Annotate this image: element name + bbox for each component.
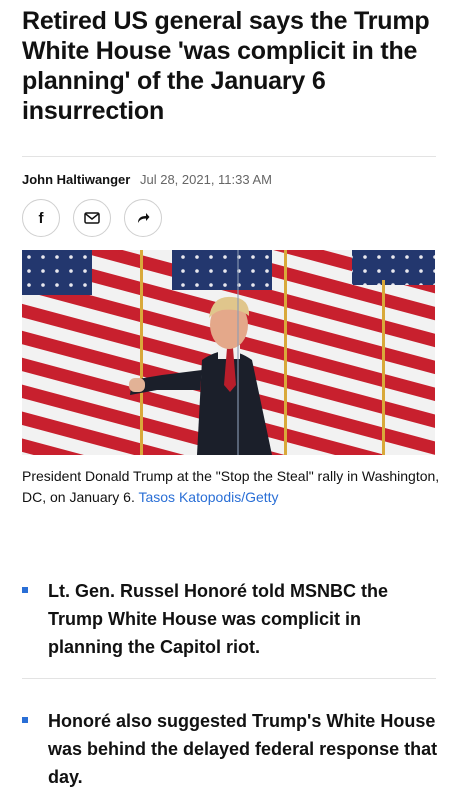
article-photo xyxy=(22,250,435,455)
email-icon xyxy=(84,212,100,224)
photo-credit-link[interactable]: Tasos Katopodis/Getty xyxy=(138,489,278,505)
bullet-marker xyxy=(22,587,28,593)
share-button[interactable] xyxy=(124,199,162,237)
divider xyxy=(22,156,436,157)
bullet-text: Lt. Gen. Russel Honoré told MSNBC the Tr… xyxy=(48,581,389,657)
share-arrow-icon xyxy=(136,212,150,224)
bullet-marker xyxy=(22,717,28,723)
byline: John Haltiwanger Jul 28, 2021, 11:33 AM xyxy=(22,171,272,189)
email-share-button[interactable] xyxy=(73,199,111,237)
svg-text:f: f xyxy=(39,210,45,226)
bullet-text: Honoré also suggested Trump's White Hous… xyxy=(48,711,438,787)
divider xyxy=(22,678,436,679)
summary-bullet: Honoré also suggested Trump's White Hous… xyxy=(22,707,440,791)
article-headline: Retired US general says the Trump White … xyxy=(22,7,430,125)
author-name[interactable]: John Haltiwanger xyxy=(22,172,130,187)
publish-date: Jul 28, 2021, 11:33 AM xyxy=(139,172,273,187)
summary-bullet: Lt. Gen. Russel Honoré told MSNBC the Tr… xyxy=(22,577,440,661)
rally-photo-illustration xyxy=(22,250,435,455)
facebook-icon: f xyxy=(34,210,48,226)
photo-caption: President Donald Trump at the "Stop the … xyxy=(22,466,440,508)
facebook-share-button[interactable]: f xyxy=(22,199,60,237)
